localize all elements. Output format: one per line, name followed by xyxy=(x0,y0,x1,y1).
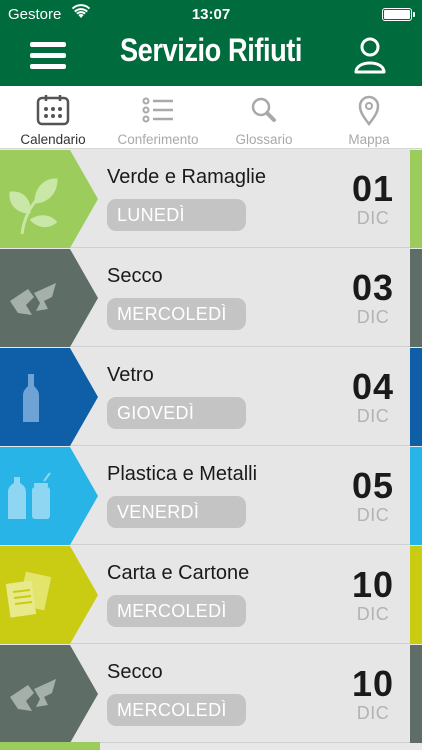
next-row-peek xyxy=(0,742,100,750)
tab-bar: Calendario Conferimento Glossario Mappa xyxy=(0,86,422,149)
bottle-can-icon xyxy=(0,447,98,545)
page-title: Servizio Rifiuti xyxy=(119,32,303,68)
collection-name: Secco xyxy=(107,265,163,287)
broken-dish-icon xyxy=(0,645,98,743)
collection-list[interactable]: Verde e Ramaglie LUNEDÌ 01 DIC Secco MER… xyxy=(0,150,422,750)
collection-month: DIC xyxy=(356,505,390,525)
leaves-icon xyxy=(0,150,98,248)
category-arrow xyxy=(0,348,98,446)
collection-name: Plastica e Metalli xyxy=(107,463,258,485)
collection-date: 03 xyxy=(351,267,395,308)
weekday-badge: MERCOLEDÌ xyxy=(107,298,246,330)
status-bar: Gestore 13:07 xyxy=(0,0,422,28)
list-icon xyxy=(142,97,173,123)
collection-date: 10 xyxy=(351,663,395,704)
tab-calendario[interactable]: Calendario xyxy=(8,86,98,149)
category-strip xyxy=(410,447,422,545)
collection-row-carta[interactable]: Carta e Cartone MERCOLEDÌ 10 DIC xyxy=(0,546,422,644)
user-icon xyxy=(354,37,386,74)
collection-month: DIC xyxy=(356,604,390,624)
user-profile-button[interactable] xyxy=(352,34,388,78)
collection-date: 05 xyxy=(351,465,395,506)
map-pin-icon xyxy=(358,95,380,126)
tab-glossario[interactable]: Glossario xyxy=(220,86,308,149)
collection-name: Carta e Cartone xyxy=(107,562,250,584)
collection-row-vetro[interactable]: Vetro GIOVEDÌ 04 DIC xyxy=(0,348,422,446)
tab-mappa[interactable]: Mappa xyxy=(326,86,412,149)
tab-label: Conferimento xyxy=(117,132,199,147)
app-header: Servizio Rifiuti xyxy=(0,28,422,86)
collection-row-secco[interactable]: Secco MERCOLEDÌ 10 DIC xyxy=(0,645,422,743)
collection-month: DIC xyxy=(356,307,390,327)
weekday-badge: MERCOLEDÌ xyxy=(107,694,246,726)
calendar-icon xyxy=(36,95,70,126)
collection-name: Vetro xyxy=(107,364,154,386)
collection-row-verde[interactable]: Verde e Ramaglie LUNEDÌ 01 DIC xyxy=(0,150,422,248)
category-strip xyxy=(410,249,422,347)
status-time: 13:07 xyxy=(191,6,231,23)
collection-name: Verde e Ramaglie xyxy=(107,166,266,188)
weekday-badge: VENERDÌ xyxy=(107,496,246,528)
search-icon xyxy=(251,97,276,122)
collection-date: 01 xyxy=(351,168,395,209)
collection-month: DIC xyxy=(356,406,390,426)
weekday-badge: GIOVEDÌ xyxy=(107,397,246,429)
collection-date: 10 xyxy=(351,564,395,605)
collection-name: Secco xyxy=(107,661,163,683)
collection-month: DIC xyxy=(356,208,390,228)
tab-label: Glossario xyxy=(235,132,293,147)
category-strip xyxy=(410,546,422,644)
tab-label: Calendario xyxy=(20,132,86,147)
category-strip xyxy=(410,348,422,446)
weekday-badge: MERCOLEDÌ xyxy=(107,595,246,627)
broken-dish-icon xyxy=(0,249,98,347)
collection-row-plastica[interactable]: Plastica e Metalli VENERDÌ 05 DIC xyxy=(0,447,422,545)
bottle-icon xyxy=(0,348,98,446)
battery-icon xyxy=(382,8,415,21)
tab-conferimento[interactable]: Conferimento xyxy=(108,86,208,149)
category-strip xyxy=(410,645,422,743)
collection-date: 04 xyxy=(351,366,395,407)
collection-row-secco[interactable]: Secco MERCOLEDÌ 03 DIC xyxy=(0,249,422,347)
category-strip xyxy=(410,150,422,248)
collection-month: DIC xyxy=(356,703,390,723)
tab-label: Mappa xyxy=(348,132,390,147)
weekday-badge: LUNEDÌ xyxy=(107,199,246,231)
paper-icon xyxy=(0,546,98,644)
